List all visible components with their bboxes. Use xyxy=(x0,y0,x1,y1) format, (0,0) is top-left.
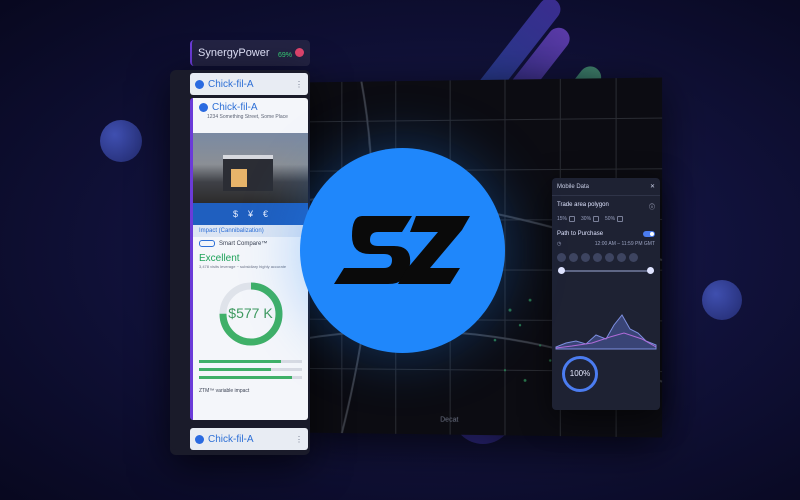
day-toggle[interactable] xyxy=(581,253,590,262)
detail-header: Chick-fil-A xyxy=(193,98,308,113)
place-photo xyxy=(193,133,308,203)
time-range-row: ◷ 12:00 AM – 11:59 PM GMT xyxy=(552,239,660,249)
trade-area-label: Trade area polygon xyxy=(557,202,609,208)
list-item[interactable]: Chick-fil-A ⋮ xyxy=(190,73,308,95)
day-toggle[interactable] xyxy=(605,253,614,262)
smart-compare-icon xyxy=(199,240,215,247)
detail-title: Chick-fil-A xyxy=(212,102,258,113)
impact-note: ZTM™ variable impact xyxy=(199,388,250,394)
euro-icon[interactable]: € xyxy=(263,209,268,219)
alert-dot-icon xyxy=(295,48,304,57)
metric-bar-fill xyxy=(199,360,282,363)
day-toggle[interactable] xyxy=(557,253,566,262)
place-name: Chick-fil-A xyxy=(208,78,254,90)
metric-bar-fill xyxy=(199,376,292,379)
bottom-list-area: Chick-fil-A ⋮ xyxy=(170,426,310,450)
time-slider[interactable] xyxy=(558,267,654,274)
close-icon[interactable]: ✕ xyxy=(650,183,655,190)
brand-status: 69% xyxy=(278,44,304,62)
donut-value: 100% xyxy=(569,369,591,378)
metric-bars xyxy=(193,349,308,379)
trade-option[interactable]: 30% xyxy=(581,216,600,222)
trade-option-label: 30% xyxy=(581,216,592,222)
mobile-data-header: Mobile Data ✕ xyxy=(552,178,660,196)
decorative-orb xyxy=(702,280,742,320)
more-icon[interactable]: ⋮ xyxy=(295,80,303,89)
day-toggle[interactable] xyxy=(617,253,626,262)
metric-bar xyxy=(199,360,302,363)
day-toggle[interactable] xyxy=(629,253,638,262)
time-range[interactable]: 12:00 AM – 11:59 PM GMT xyxy=(595,241,655,247)
location-pin-icon xyxy=(195,434,204,444)
coverage-donut: 100% xyxy=(562,356,598,392)
yen-icon[interactable]: ¥ xyxy=(248,209,253,219)
gauge-value-wrap: $577 K xyxy=(216,305,286,321)
value-gauge: $577 K xyxy=(216,279,286,349)
action-strip: $ ¥ € xyxy=(193,203,308,225)
list-item[interactable]: Chick-fil-A ⋮ xyxy=(190,428,308,450)
checkbox[interactable] xyxy=(593,216,600,222)
gauge-prefix: $ xyxy=(228,305,237,321)
location-pin-icon xyxy=(195,79,204,89)
place-detail-card: Chick-fil-A 1234 Something Street, Some … xyxy=(190,98,308,420)
slider-handle[interactable] xyxy=(558,267,565,274)
rating-label: Excellent xyxy=(199,253,240,264)
day-toggle[interactable] xyxy=(569,253,578,262)
path-to-purchase-toggle[interactable] xyxy=(643,231,655,237)
map-place-label: Decat xyxy=(440,416,459,424)
brand-percent: 69% xyxy=(277,52,292,59)
location-pin-icon xyxy=(199,103,208,112)
smart-compare-label: Smart Compare™ xyxy=(219,240,268,247)
sz-logo xyxy=(300,148,505,353)
location-list-panel: Chick-fil-A ⋮ Chick-fil-A 1234 Something… xyxy=(170,70,310,455)
decorative-orb xyxy=(100,120,142,162)
building-window xyxy=(231,169,247,187)
day-selector xyxy=(552,249,660,266)
slider-handle[interactable] xyxy=(647,267,654,274)
checkbox[interactable] xyxy=(617,216,624,222)
trade-option[interactable]: 15% xyxy=(557,216,576,222)
trade-area-row: Trade area polygon ⓘ xyxy=(552,196,660,213)
mobile-data-panel: Mobile Data ✕ Trade area polygon ⓘ 15% 3… xyxy=(552,178,660,410)
metric-bar xyxy=(199,368,302,371)
more-icon[interactable]: ⋮ xyxy=(295,435,303,444)
day-toggle[interactable] xyxy=(593,253,602,262)
gauge-value: 577 K xyxy=(236,305,273,321)
place-name: Chick-fil-A xyxy=(208,433,254,445)
trade-option[interactable]: 50% xyxy=(605,216,624,222)
sz-logo-icon xyxy=(334,216,470,284)
metric-bar-fill xyxy=(199,368,272,371)
impact-label: Impact (Cannibalization) xyxy=(193,225,308,237)
trade-option-label: 50% xyxy=(605,216,616,222)
dollar-icon[interactable]: $ xyxy=(233,209,238,219)
smart-compare-row[interactable]: Smart Compare™ xyxy=(193,237,308,250)
info-icon[interactable]: ⓘ xyxy=(649,202,655,211)
metric-bar xyxy=(199,376,302,379)
checkbox[interactable] xyxy=(569,216,576,222)
path-to-purchase-row: Path to Purchase xyxy=(552,225,660,239)
path-to-purchase-label: Path to Purchase xyxy=(557,231,604,237)
activity-area-chart xyxy=(555,314,657,350)
detail-address: 1234 Something Street, Some Place xyxy=(207,114,288,120)
brand-name: SynergyPower xyxy=(198,47,270,59)
mobile-data-title: Mobile Data xyxy=(557,183,590,190)
brand-header[interactable]: SynergyPower 69% xyxy=(190,40,310,66)
trade-option-label: 15% xyxy=(557,216,568,222)
clock-icon: ◷ xyxy=(557,241,562,247)
trade-options: 15% 30% 50% xyxy=(552,213,660,225)
rating-note: 3,478 visits leverage ~ subsidiary highl… xyxy=(199,264,287,269)
